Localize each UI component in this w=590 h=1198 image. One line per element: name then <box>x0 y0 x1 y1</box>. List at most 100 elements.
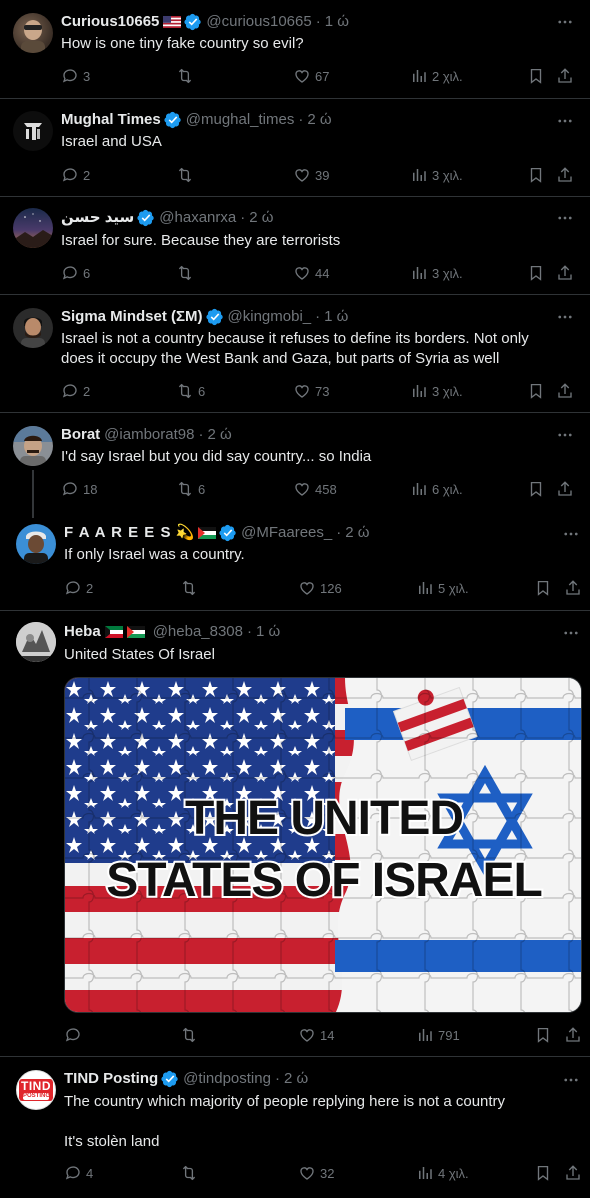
timestamp[interactable]: 2 ώ <box>249 208 273 228</box>
timestamp[interactable]: 2 ώ <box>345 523 369 543</box>
user-handle[interactable]: @heba_8308 <box>153 622 243 642</box>
tweet-image[interactable]: THE UNITED STATES OF ISRAEL <box>64 677 582 1013</box>
like-button[interactable]: 39 <box>293 165 329 185</box>
views-button[interactable]: 4 χιλ. <box>416 1163 469 1183</box>
user-handle[interactable]: @MFaarees_ <box>241 523 332 543</box>
bookmark-button[interactable] <box>534 1163 552 1183</box>
more-icon[interactable] <box>556 13 574 31</box>
views-button[interactable]: 791 <box>416 1025 460 1045</box>
display-name[interactable]: Heba <box>64 622 101 642</box>
like-button[interactable]: 126 <box>298 578 342 598</box>
share-button[interactable] <box>556 263 574 283</box>
repost-button[interactable]: 6 <box>176 381 205 401</box>
share-button[interactable] <box>556 381 574 401</box>
more-icon[interactable] <box>556 112 574 130</box>
timestamp[interactable]: 2 ώ <box>207 425 231 445</box>
reply-button[interactable]: 2 <box>64 578 93 598</box>
user-handle[interactable]: @haxanrxa <box>159 208 236 228</box>
display-name[interactable]: Curious10665 <box>61 12 159 32</box>
display-name[interactable]: F A A R E E S <box>64 523 171 543</box>
more-icon[interactable] <box>562 1071 580 1089</box>
like-button[interactable]: 32 <box>298 1163 334 1183</box>
avatar[interactable] <box>13 308 53 348</box>
display-name[interactable]: TIND Posting <box>64 1069 158 1089</box>
like-button[interactable]: 44 <box>293 263 329 283</box>
tweet-kingmobi[interactable]: Sigma Mindset (ΣM) @kingmobi_ · 1 ώ Israel… <box>0 295 590 413</box>
views-button[interactable]: 5 χιλ. <box>416 578 469 598</box>
tweet-curious10665[interactable]: Curious10665 @curious10665 · 1 ώ How is on… <box>0 0 590 99</box>
reply-button[interactable]: 3 <box>61 66 90 86</box>
user-handle[interactable]: @mughal_times <box>186 110 295 130</box>
repost-button[interactable] <box>180 578 198 598</box>
like-button[interactable]: 14 <box>298 1025 334 1045</box>
repost-icon <box>176 67 194 85</box>
display-name[interactable]: Borat <box>61 425 100 445</box>
views-button[interactable]: 3 χιλ. <box>410 165 463 185</box>
bookmark-button[interactable] <box>527 479 545 499</box>
user-handle[interactable]: @tindposting <box>183 1069 271 1089</box>
display-name[interactable]: Mughal Times <box>61 110 161 130</box>
like-button[interactable]: 73 <box>293 381 329 401</box>
avatar[interactable]: TIND POSTING <box>16 1070 56 1110</box>
repost-button[interactable] <box>176 263 194 283</box>
share-button[interactable] <box>564 1025 582 1045</box>
tweet-heba[interactable]: Heba @heba_8308 · 1 ώ United States Of Isr… <box>0 611 590 1057</box>
timestamp[interactable]: 2 ώ <box>307 110 331 130</box>
views-button[interactable]: 3 χιλ. <box>410 381 463 401</box>
reply-button[interactable] <box>64 1025 82 1045</box>
reply-button[interactable]: 2 <box>61 381 90 401</box>
bookmark-button[interactable] <box>527 263 545 283</box>
bookmark-button[interactable] <box>527 66 545 86</box>
avatar[interactable] <box>13 208 53 248</box>
avatar[interactable] <box>16 622 56 662</box>
bookmark-button[interactable] <box>527 381 545 401</box>
timestamp[interactable]: 2 ώ <box>284 1069 308 1089</box>
share-button[interactable] <box>556 479 574 499</box>
timestamp[interactable]: 1 ώ <box>325 12 349 32</box>
tweet-mfaarees[interactable]: F A A R E E S 💫 @MFaarees_ · 2 ώ If only I… <box>0 512 590 611</box>
repost-button[interactable]: 6 <box>176 479 205 499</box>
tweet-mughal-times[interactable]: Mughal Times @mughal_times · 2 ώ Israel an… <box>0 99 590 197</box>
share-button[interactable] <box>564 578 582 598</box>
share-button[interactable] <box>556 66 574 86</box>
more-icon[interactable] <box>556 426 574 444</box>
timestamp[interactable]: 1 ώ <box>324 307 348 327</box>
bookmark-button[interactable] <box>527 165 545 185</box>
display-name[interactable]: Sigma Mindset (ΣM) <box>61 307 203 327</box>
views-button[interactable]: 6 χιλ. <box>410 479 463 499</box>
reply-button[interactable]: 2 <box>61 165 90 185</box>
tweet-haxanrxa[interactable]: سيد حسن @haxanrxa · 2 ώ Israel for sure. B… <box>0 197 590 295</box>
more-icon[interactable] <box>556 308 574 326</box>
reply-button[interactable]: 6 <box>61 263 90 283</box>
reply-button[interactable]: 18 <box>61 479 97 499</box>
reply-button[interactable]: 4 <box>64 1163 93 1183</box>
reply-count: 2 <box>83 383 91 399</box>
timestamp[interactable]: 1 ώ <box>256 622 280 642</box>
more-icon[interactable] <box>562 624 580 642</box>
avatar[interactable] <box>13 426 53 466</box>
avatar[interactable] <box>13 111 53 151</box>
share-button[interactable] <box>556 165 574 185</box>
tweet-tindposting[interactable]: TIND POSTING TIND Posting @tindposting · 2… <box>0 1057 590 1198</box>
views-icon <box>410 382 428 400</box>
tweet-iamborat98[interactable]: Borat @iamborat98 · 2 ώ I'd say Israel but… <box>0 413 590 512</box>
avatar[interactable] <box>16 524 56 564</box>
user-handle[interactable]: @curious10665 <box>206 12 311 32</box>
share-button[interactable] <box>564 1163 582 1183</box>
avatar[interactable] <box>13 13 53 53</box>
repost-button[interactable] <box>180 1025 198 1045</box>
repost-button[interactable] <box>176 165 194 185</box>
like-button[interactable]: 67 <box>293 66 329 86</box>
repost-button[interactable] <box>180 1163 198 1183</box>
user-handle[interactable]: @iamborat98 <box>104 425 194 445</box>
more-icon[interactable] <box>556 209 574 227</box>
display-name[interactable]: سيد حسن <box>61 208 134 228</box>
repost-button[interactable] <box>176 66 194 86</box>
like-button[interactable]: 458 <box>293 479 337 499</box>
bookmark-button[interactable] <box>534 1025 552 1045</box>
user-handle[interactable]: @kingmobi_ <box>228 307 312 327</box>
views-button[interactable]: 2 χιλ. <box>410 66 463 86</box>
more-icon[interactable] <box>562 525 580 543</box>
bookmark-button[interactable] <box>534 578 552 598</box>
views-button[interactable]: 3 χιλ. <box>410 263 463 283</box>
